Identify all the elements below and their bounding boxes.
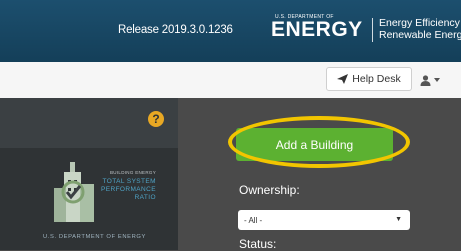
logo-line-ratio: RATIO [134, 194, 156, 201]
logo-divider [372, 18, 373, 42]
status-label: Status: [239, 237, 277, 251]
eere-line-2: Renewable Energy [379, 29, 461, 41]
user-icon [420, 74, 431, 86]
help-question-icon[interactable]: ? [148, 111, 164, 127]
tspr-logo: BUILDING ENERGY TOTAL SYSTEM PERFORMANCE… [40, 158, 170, 246]
eere-text: Energy Efficiency & Renewable Energy [379, 17, 461, 41]
doe-energy-text: ENERGY [271, 18, 363, 41]
logo-line-total: TOTAL SYSTEM [102, 178, 156, 185]
ownership-label: Ownership: [239, 183, 300, 197]
ownership-selected-value: - All - [244, 215, 263, 225]
user-menu-button[interactable] [420, 70, 454, 90]
help-desk-label: Help Desk [352, 73, 401, 85]
release-version: Release 2019.3.0.1236 [118, 24, 233, 36]
logo-line-performance: PERFORMANCE [101, 186, 156, 193]
highlight-annotation [228, 116, 410, 168]
logo-building-energy: BUILDING ENERGY [110, 170, 157, 175]
caret-down-icon [434, 78, 440, 82]
left-sidebar: ? BUILDING ENERGY TOTAL SYSTEM PERFORMAN… [0, 98, 178, 250]
building-checkmark-icon [54, 162, 94, 222]
select-caret-icon: ▼ [395, 216, 402, 223]
logo-tspr-text: TOTAL SYSTEM PERFORMANCE RATIO [101, 178, 156, 202]
help-desk-button[interactable]: Help Desk [326, 67, 412, 91]
eere-line-1: Energy Efficiency & [379, 17, 461, 29]
toolbar: Help Desk [0, 62, 461, 99]
top-header: Release 2019.3.0.1236 U.S. DEPARTMENT OF… [0, 0, 461, 62]
logo-doe-text: U.S. DEPARTMENT OF ENERGY [43, 234, 146, 240]
main-content: Add a Building Ownership: - All - ▼ Stat… [178, 98, 461, 251]
paper-plane-icon [337, 74, 349, 84]
sidebar-header: ? [0, 98, 178, 148]
ownership-select[interactable]: - All - ▼ [238, 210, 410, 230]
